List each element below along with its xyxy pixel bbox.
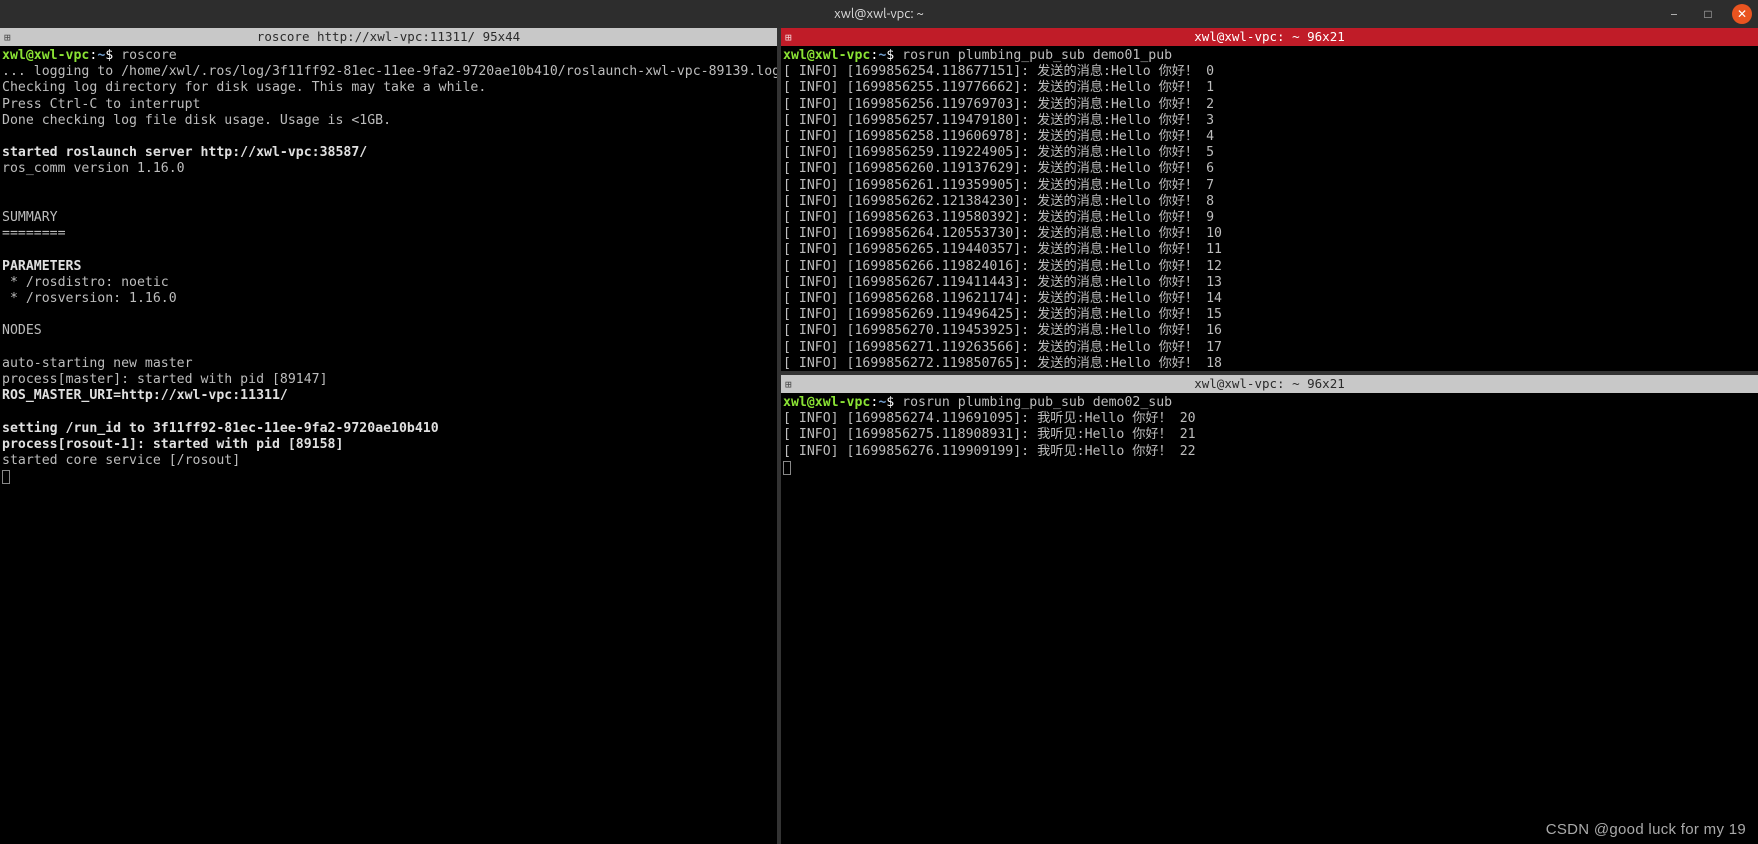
left-pane-title-text: roscore http://xwl-vpc:11311/ 95x44 xyxy=(257,29,520,44)
right-top-terminal-pane[interactable]: ⊞ xwl@xwl-vpc: ~ 96x21 xwl@xwl-vpc:~$ ro… xyxy=(781,28,1758,375)
maximize-button[interactable]: □ xyxy=(1698,4,1718,24)
right-top-terminal-body[interactable]: xwl@xwl-vpc:~$ rosrun plumbing_pub_sub d… xyxy=(781,46,1758,371)
right-column: ⊞ xwl@xwl-vpc: ~ 96x21 xwl@xwl-vpc:~$ ro… xyxy=(781,28,1758,844)
window-titlebar: xwl@xwl-vpc: ~ – □ ✕ xyxy=(0,0,1758,28)
right-bottom-pane-title-text: xwl@xwl-vpc: ~ 96x21 xyxy=(1194,376,1345,391)
minimize-button[interactable]: – xyxy=(1664,4,1684,24)
window-controls: – □ ✕ xyxy=(1664,4,1752,24)
watermark-text: CSDN @good luck for my 19 xyxy=(1546,821,1746,838)
left-terminal-body[interactable]: xwl@xwl-vpc:~$ roscore ... logging to /h… xyxy=(0,46,777,844)
right-top-pane-title: ⊞ xwl@xwl-vpc: ~ 96x21 xyxy=(781,28,1758,46)
close-button[interactable]: ✕ xyxy=(1732,4,1752,24)
split-icon: ⊞ xyxy=(785,376,792,394)
terminator-workspace: ⊞ roscore http://xwl-vpc:11311/ 95x44 xw… xyxy=(0,28,1758,844)
split-icon: ⊞ xyxy=(785,29,792,47)
split-icon: ⊞ xyxy=(4,29,11,47)
right-bottom-terminal-body[interactable]: xwl@xwl-vpc:~$ rosrun plumbing_pub_sub d… xyxy=(781,393,1758,844)
left-terminal-pane[interactable]: ⊞ roscore http://xwl-vpc:11311/ 95x44 xw… xyxy=(0,28,781,844)
right-top-pane-title-text: xwl@xwl-vpc: ~ 96x21 xyxy=(1194,29,1345,44)
right-bottom-terminal-pane[interactable]: ⊞ xwl@xwl-vpc: ~ 96x21 xwl@xwl-vpc:~$ ro… xyxy=(781,375,1758,844)
window-title: xwl@xwl-vpc: ~ xyxy=(834,7,924,21)
left-pane-title: ⊞ roscore http://xwl-vpc:11311/ 95x44 xyxy=(0,28,777,46)
right-bottom-pane-title: ⊞ xwl@xwl-vpc: ~ 96x21 xyxy=(781,375,1758,393)
